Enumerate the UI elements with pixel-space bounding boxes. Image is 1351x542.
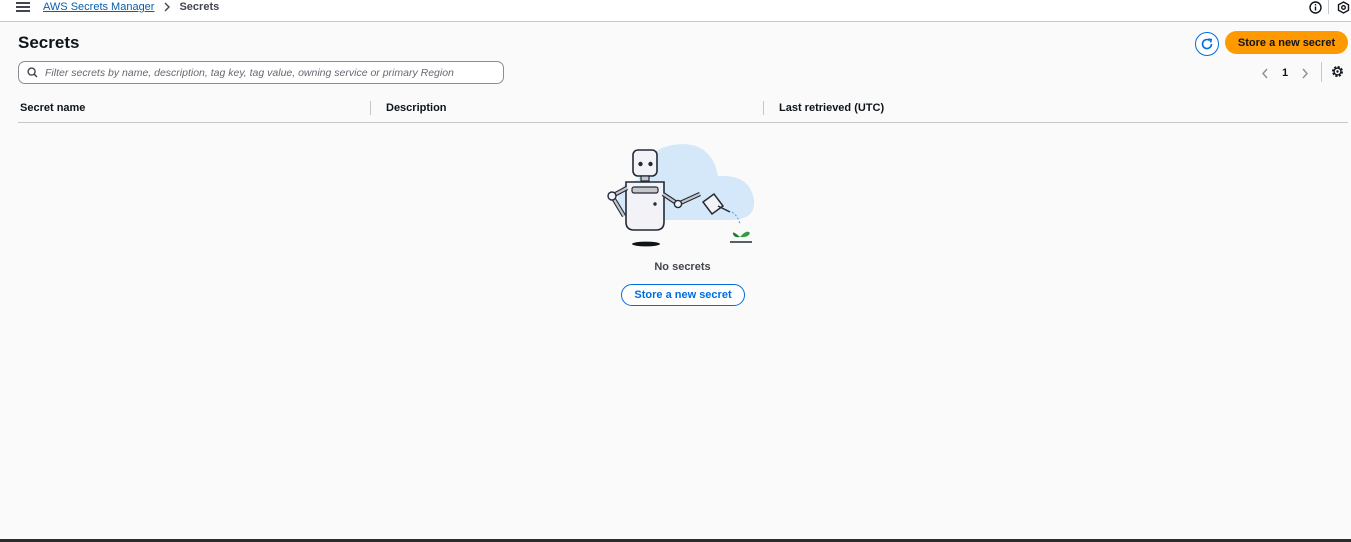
chevron-right-icon <box>163 2 171 12</box>
top-divider <box>1328 0 1329 14</box>
column-header-description[interactable]: Description <box>386 102 447 114</box>
page-title: Secrets <box>18 33 80 52</box>
refresh-button[interactable] <box>1195 32 1219 56</box>
empty-state-message: No secrets <box>654 261 711 273</box>
breadcrumb: AWS Secrets Manager Secrets <box>43 0 219 14</box>
column-resizer[interactable] <box>763 101 764 115</box>
info-icon[interactable] <box>1308 0 1322 14</box>
search-icon <box>27 67 38 78</box>
empty-state-store-new-secret-button[interactable]: Store a new secret <box>621 284 745 306</box>
robot-gardening-illustration <box>607 144 755 247</box>
table-header: Secret name Description Last retrieved (… <box>18 97 1348 123</box>
pager-divider <box>1321 62 1322 82</box>
refresh-icon <box>1200 37 1214 51</box>
breadcrumb-link-secrets-manager[interactable]: AWS Secrets Manager <box>43 1 154 13</box>
store-new-secret-button[interactable]: Store a new secret <box>1225 31 1348 54</box>
column-resizer[interactable] <box>370 101 371 115</box>
hamburger-icon[interactable] <box>16 0 30 12</box>
filter-secrets-input[interactable] <box>45 66 503 79</box>
chevron-left-icon <box>1261 68 1269 79</box>
filter-field[interactable] <box>18 61 504 84</box>
gear-icon[interactable] <box>1331 65 1345 79</box>
top-navigation-bar: AWS Secrets Manager Secrets <box>0 0 1351 22</box>
previous-page-button[interactable] <box>1258 68 1272 79</box>
column-header-last-retrieved[interactable]: Last retrieved (UTC) <box>779 102 884 114</box>
chevron-right-icon <box>1301 68 1309 79</box>
page-number-button[interactable]: 1 <box>1272 67 1298 79</box>
next-page-button[interactable] <box>1298 68 1312 79</box>
breadcrumb-current: Secrets <box>179 1 220 13</box>
pagination: 1 <box>1258 64 1312 82</box>
notification-icon[interactable] <box>1335 0 1351 14</box>
column-header-secret-name[interactable]: Secret name <box>20 102 85 114</box>
